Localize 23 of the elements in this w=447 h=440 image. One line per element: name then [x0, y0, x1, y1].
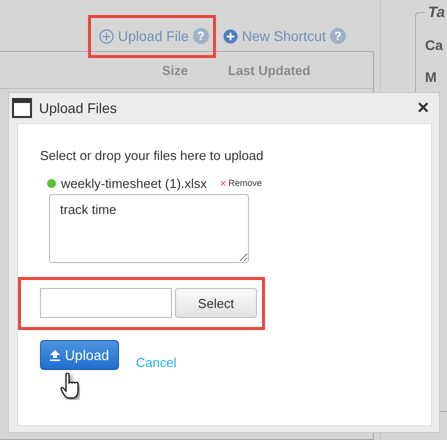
window-icon — [12, 98, 32, 118]
field-label: Ca — [425, 37, 444, 53]
dialog-title: Upload Files — [39, 100, 118, 116]
remove-link[interactable]: × Remove — [220, 178, 262, 190]
toolbar-link[interactable]: Upload File ? — [99, 26, 209, 46]
column-header: Size — [162, 62, 188, 78]
note-field[interactable]: track time — [49, 194, 249, 263]
file-path-field[interactable] — [40, 288, 172, 318]
help-icon[interactable]: ? — [330, 28, 346, 44]
cancel-link[interactable]: Cancel — [136, 355, 176, 370]
file-name: weekly-timesheet (1).xlsx — [61, 176, 207, 191]
column-header: Last Updated — [228, 62, 310, 78]
field-label: M — [425, 69, 438, 85]
plus-circle-icon — [99, 28, 114, 44]
instructions-text: Select or drop your files here to upload — [40, 148, 264, 163]
plus-circle-icon — [222, 28, 238, 44]
toolbar-link[interactable]: New Shortcut ? — [222, 26, 346, 46]
help-icon[interactable]: ? — [192, 28, 209, 44]
close-button[interactable]: × — [417, 98, 429, 118]
select-button[interactable]: Select — [175, 288, 257, 318]
upload-button[interactable]: Upload — [40, 340, 119, 370]
upload-icon — [50, 350, 60, 360]
hand-cursor-icon — [60, 372, 80, 400]
